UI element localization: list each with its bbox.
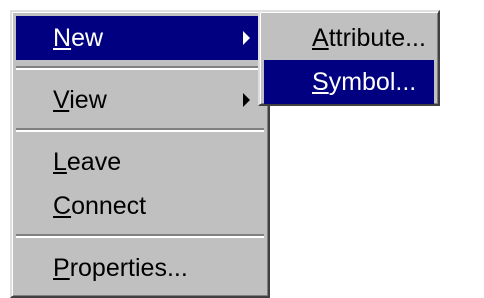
submenu-item-symbol-label: Symbol... — [312, 60, 416, 104]
menu-item-leave-mnemonic: L — [53, 148, 67, 176]
submenu-item-attribute-mnemonic: A — [312, 24, 329, 52]
menu-item-connect-label-rest: onnect — [71, 192, 147, 220]
menu-item-leave-label-rest: eave — [66, 148, 122, 176]
menu-item-connect[interactable]: Connect — [16, 184, 264, 228]
menu-item-properties-label-rest: roperties... — [69, 254, 188, 282]
submenu-item-attribute[interactable]: Attribute... — [264, 16, 434, 60]
menu-separator — [16, 128, 264, 132]
menu-item-properties-mnemonic: P — [53, 254, 70, 282]
submenu-arrow-icon — [243, 31, 250, 45]
menu-item-view-mnemonic: V — [53, 86, 70, 114]
menu-item-leave-label: Leave — [53, 140, 121, 184]
menu-item-leave[interactable]: Leave — [16, 140, 264, 184]
context-menu: New View Leave Connect Properties... — [10, 10, 270, 298]
menu-item-properties-label: Properties... — [53, 246, 188, 290]
menu-item-new-label-rest: ew — [71, 24, 104, 52]
submenu-item-symbol-label-rest: ymbol... — [328, 68, 417, 96]
submenu-arrow-icon — [243, 93, 250, 107]
menu-item-properties[interactable]: Properties... — [16, 246, 264, 290]
menu-separator — [16, 66, 264, 70]
menu-item-new-mnemonic: N — [53, 24, 72, 52]
menu-item-new-label: New — [53, 16, 103, 60]
menu-item-view-label-rest: iew — [69, 86, 107, 114]
menu-item-connect-mnemonic: C — [53, 192, 72, 220]
menu-item-view[interactable]: View — [16, 78, 264, 122]
menu-item-connect-label: Connect — [53, 184, 146, 228]
submenu-item-attribute-label: Attribute... — [312, 16, 426, 60]
menu-separator — [16, 234, 264, 238]
submenu-item-attribute-label-rest: ttribute... — [328, 24, 426, 52]
menu-item-view-label: View — [53, 78, 107, 122]
new-submenu: Attribute... Symbol... — [258, 10, 440, 106]
submenu-item-symbol-mnemonic: S — [312, 68, 329, 96]
menu-item-new[interactable]: New — [16, 16, 264, 60]
submenu-item-symbol[interactable]: Symbol... — [264, 60, 434, 104]
